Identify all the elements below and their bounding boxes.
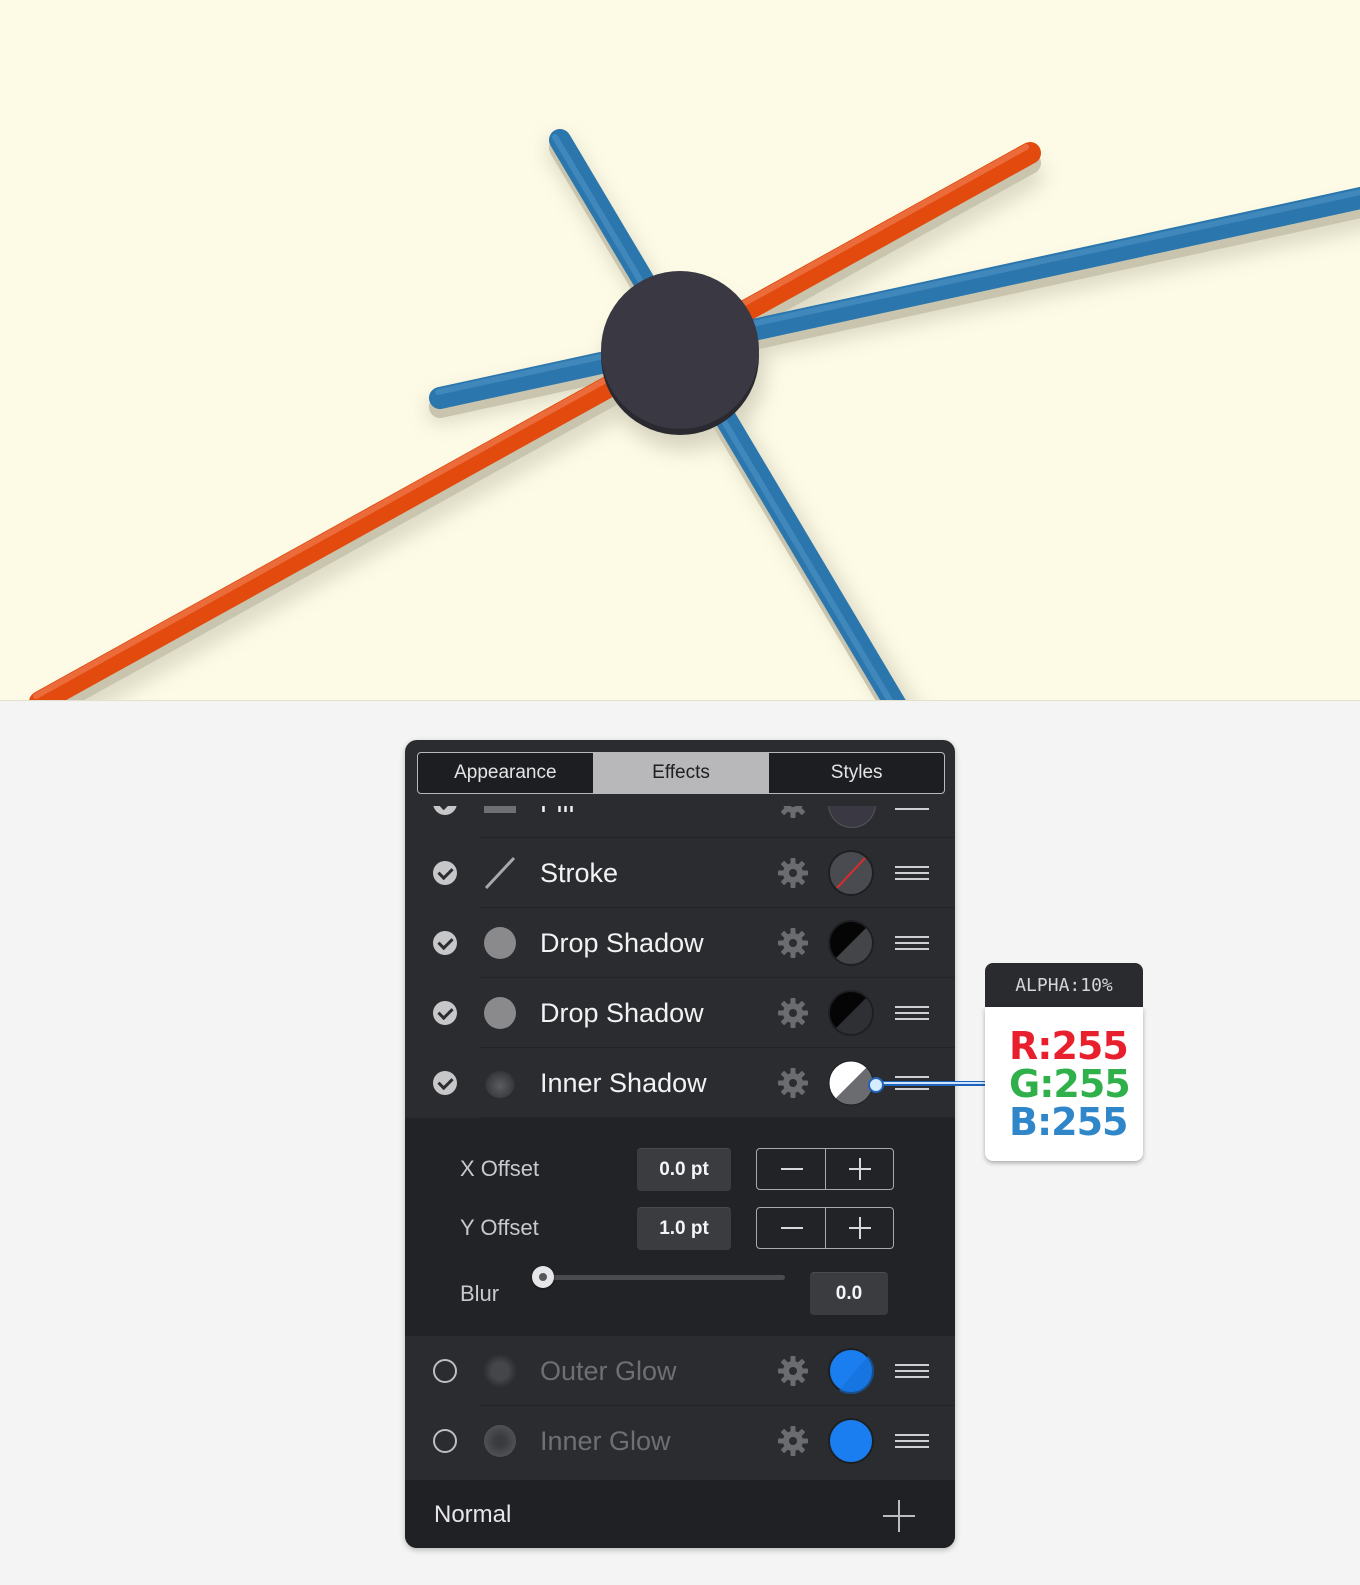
inner-shadow-icon bbox=[485, 1068, 515, 1098]
red-value: R:255 bbox=[1009, 1024, 1129, 1068]
blur-label: Blur bbox=[460, 1281, 500, 1306]
gear-icon[interactable] bbox=[777, 806, 809, 819]
alpha-value: ALPHA:10% bbox=[985, 963, 1143, 1007]
effect-label: Drop Shadow bbox=[540, 998, 704, 1028]
x-offset-label: X Offset bbox=[460, 1156, 540, 1181]
red-rod[interactable] bbox=[29, 142, 1041, 700]
drag-handle-icon[interactable] bbox=[895, 1006, 929, 1020]
y-offset-stepper bbox=[756, 1207, 894, 1249]
effect-label: Inner Shadow bbox=[540, 1068, 707, 1098]
effect-row-drop-shadow-2[interactable]: Drop Shadow bbox=[405, 978, 955, 1048]
y-offset-field[interactable]: 1.0 pt bbox=[637, 1207, 731, 1250]
inner-glow-color-swatch[interactable] bbox=[828, 1418, 874, 1464]
x-offset-increment-button[interactable] bbox=[824, 1149, 894, 1189]
fill-color-swatch[interactable] bbox=[828, 806, 876, 828]
effect-row-inner-glow[interactable]: Inner Glow bbox=[405, 1406, 955, 1476]
drag-handle-icon[interactable] bbox=[895, 1434, 929, 1448]
panel-footer: Normal bbox=[405, 1480, 955, 1548]
stroke-enable-checkbox[interactable] bbox=[433, 861, 457, 885]
effect-label: Outer Glow bbox=[540, 1356, 677, 1386]
rgb-values: R:255 G:255 B:255 bbox=[985, 1007, 1143, 1161]
tab-appearance[interactable]: Appearance bbox=[418, 753, 593, 793]
gear-icon[interactable] bbox=[777, 1425, 809, 1457]
drop-shadow-2-color-swatch[interactable] bbox=[828, 990, 874, 1036]
effects-list: Fill Stroke Drop Shadow bbox=[405, 806, 955, 1546]
center-disc[interactable] bbox=[601, 271, 759, 429]
artboard-canvas[interactable] bbox=[0, 0, 1360, 701]
y-offset-decrement-button[interactable] bbox=[757, 1208, 825, 1248]
effect-label: Stroke bbox=[540, 858, 619, 888]
blur-value-field[interactable]: 0.0 bbox=[810, 1272, 888, 1315]
color-values-tooltip: ALPHA:10% R:255 G:255 B:255 bbox=[985, 963, 1143, 1161]
inner-glow-enable-checkbox[interactable] bbox=[433, 1429, 457, 1453]
stroke-color-swatch[interactable] bbox=[828, 850, 874, 896]
tab-effects[interactable]: Effects bbox=[592, 753, 769, 793]
effect-label: Drop Shadow bbox=[540, 928, 704, 958]
gear-icon[interactable] bbox=[777, 997, 809, 1029]
blue-value: B:255 bbox=[1009, 1100, 1128, 1144]
effect-label: Inner Glow bbox=[540, 1426, 671, 1456]
fill-rect-icon bbox=[484, 806, 516, 813]
inner-shadow-enable-checkbox[interactable] bbox=[433, 1071, 457, 1095]
drop-shadow-enable-checkbox[interactable] bbox=[433, 931, 457, 955]
blend-mode-selector[interactable]: Normal bbox=[434, 1501, 511, 1529]
green-value: G:255 bbox=[1009, 1062, 1131, 1106]
effect-row-drop-shadow[interactable]: Drop Shadow bbox=[405, 908, 955, 978]
panel-tab-bar: Appearance Effects Styles bbox=[417, 752, 945, 794]
gear-icon[interactable] bbox=[777, 1067, 809, 1099]
tab-styles[interactable]: Styles bbox=[768, 753, 944, 793]
drag-handle-icon[interactable] bbox=[895, 866, 929, 880]
stroke-line-icon bbox=[484, 856, 516, 890]
outer-glow-enable-checkbox[interactable] bbox=[433, 1359, 457, 1383]
shadow-circle-icon bbox=[484, 927, 516, 959]
x-offset-stepper bbox=[756, 1148, 894, 1190]
drag-handle-icon[interactable] bbox=[895, 936, 929, 950]
x-offset-field[interactable]: 0.0 pt bbox=[637, 1148, 731, 1191]
shadow-circle-icon bbox=[484, 997, 516, 1029]
gear-icon[interactable] bbox=[777, 927, 809, 959]
y-offset-label: Y Offset bbox=[460, 1215, 539, 1240]
blur-slider-track[interactable] bbox=[540, 1275, 785, 1280]
effect-row-fill[interactable]: Fill bbox=[405, 806, 955, 838]
gear-icon[interactable] bbox=[777, 857, 809, 889]
blur-slider-knob[interactable] bbox=[532, 1266, 554, 1288]
gear-icon[interactable] bbox=[777, 1355, 809, 1387]
callout-anchor-dot bbox=[868, 1077, 884, 1093]
fill-enable-checkbox[interactable] bbox=[433, 806, 457, 815]
effect-row-stroke[interactable]: Stroke bbox=[405, 838, 955, 908]
outer-glow-color-swatch[interactable] bbox=[828, 1348, 874, 1394]
artwork bbox=[29, 129, 1360, 700]
x-offset-decrement-button[interactable] bbox=[757, 1149, 825, 1189]
drop-shadow-color-swatch[interactable] bbox=[828, 920, 874, 966]
effect-row-outer-glow[interactable]: Outer Glow bbox=[405, 1336, 955, 1406]
glow-circle-icon bbox=[484, 1425, 516, 1457]
red-rod-highlight bbox=[33, 144, 1029, 699]
callout-connector bbox=[875, 1081, 987, 1086]
drag-handle-icon[interactable] bbox=[895, 1364, 929, 1378]
drag-handle-icon[interactable] bbox=[895, 806, 929, 810]
drop-shadow-2-enable-checkbox[interactable] bbox=[433, 1001, 457, 1025]
add-effect-button[interactable] bbox=[883, 1500, 915, 1532]
effect-label: Fill bbox=[540, 806, 575, 819]
glow-circle-icon bbox=[483, 1354, 517, 1388]
inner-shadow-settings: X Offset 0.0 pt Y Offset 1.0 pt Blur 0.0 bbox=[405, 1118, 955, 1336]
y-offset-increment-button[interactable] bbox=[824, 1208, 894, 1248]
appearance-panel: Appearance Effects Styles Fill Stroke bbox=[405, 740, 955, 1548]
